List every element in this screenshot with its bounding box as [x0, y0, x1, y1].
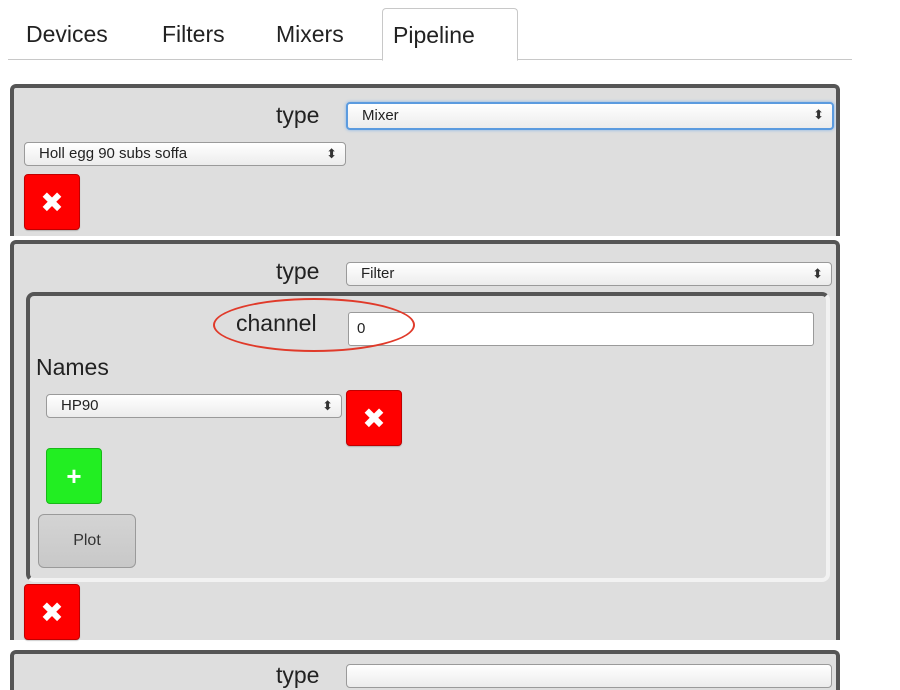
tab-devices[interactable]: Devices	[16, 8, 118, 60]
tab-filters[interactable]: Filters	[152, 8, 235, 60]
pipeline-step-filter: type Filter ⬍ channel 0 Names HP90 ⬍ ✖ +…	[10, 240, 840, 640]
close-icon: ✖	[40, 596, 64, 628]
plus-icon: +	[66, 460, 82, 491]
step-type-select[interactable]	[346, 664, 832, 688]
remove-filter-name-button[interactable]: ✖	[346, 390, 402, 446]
mixer-name-select[interactable]: Holl egg 90 subs soffa ⬍	[24, 142, 346, 166]
pipeline-step-mixer: type Mixer ⬍ Holl egg 90 subs soffa ⬍ ✖	[10, 84, 840, 236]
select-arrows-icon: ⬍	[812, 266, 823, 281]
step-type-select[interactable]: Mixer ⬍	[346, 102, 834, 130]
close-icon: ✖	[40, 186, 64, 218]
remove-step-button[interactable]: ✖	[24, 174, 80, 230]
channel-input[interactable]: 0	[348, 312, 814, 346]
pipeline-step-partial: type	[10, 650, 840, 690]
type-label: type	[276, 258, 320, 284]
select-value: Filter	[361, 265, 395, 282]
select-arrows-icon: ⬍	[326, 146, 337, 161]
tab-bar: Devices Filters Mixers Pipeline	[8, 8, 852, 61]
type-label: type	[276, 662, 320, 688]
select-value: Holl egg 90 subs soffa	[39, 145, 188, 162]
add-filter-name-button[interactable]: +	[46, 448, 102, 504]
tab-mixers[interactable]: Mixers	[266, 8, 354, 60]
type-label: type	[276, 102, 320, 128]
tab-pipeline[interactable]: Pipeline	[382, 8, 518, 61]
plot-button-label: Plot	[73, 532, 101, 549]
plot-button[interactable]: Plot	[38, 514, 136, 568]
close-icon: ✖	[362, 402, 386, 434]
select-arrows-icon: ⬍	[813, 107, 824, 122]
filter-names-panel: channel 0 Names HP90 ⬍ ✖ + Plot	[26, 292, 830, 582]
filter-name-select[interactable]: HP90 ⬍	[46, 394, 342, 418]
remove-step-button[interactable]: ✖	[24, 584, 80, 640]
names-label: Names	[36, 354, 109, 380]
select-arrows-icon: ⬍	[322, 398, 333, 413]
select-value: Mixer	[362, 107, 399, 124]
select-value: HP90	[61, 397, 99, 414]
channel-label: channel	[236, 310, 317, 336]
step-type-select[interactable]: Filter ⬍	[346, 262, 832, 286]
